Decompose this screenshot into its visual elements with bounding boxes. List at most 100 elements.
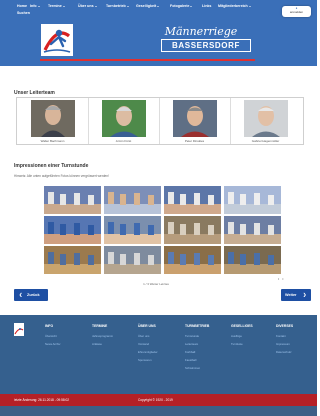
copyright-text: Copyright © 1920 - 2019 bbox=[138, 398, 173, 402]
nav-item-home[interactable]: Home bbox=[17, 4, 27, 9]
footer-link[interactable]: Vorstand bbox=[138, 343, 149, 346]
leiter-team-box: Walter Bachmann Armin Fürst Peter Dinski… bbox=[16, 97, 304, 145]
gallery-thumb-6[interactable] bbox=[104, 216, 161, 244]
site-header: Männerriege BASSERSDORF bbox=[0, 22, 317, 66]
login-label: anmelden bbox=[289, 10, 304, 14]
leiter-photo[interactable] bbox=[173, 100, 217, 137]
leiter-name: Walter Bachmann bbox=[40, 139, 65, 143]
top-nav-bar: Home Info Termine Über uns Turnbetrieb G… bbox=[0, 0, 317, 22]
chevron-left-icon: ❮ bbox=[19, 293, 23, 297]
footer-link[interactable]: Ausflüge bbox=[231, 335, 242, 338]
nav-item-info[interactable]: Info bbox=[30, 4, 40, 9]
nav-item-label: Mitgliederbereich bbox=[218, 4, 248, 8]
footer-logo[interactable] bbox=[14, 323, 24, 336]
leiter-photo[interactable] bbox=[102, 100, 146, 137]
footer-link[interactable]: Leiterteam bbox=[185, 343, 198, 346]
footer-link[interactable]: Sponsoren bbox=[138, 359, 152, 362]
nav-item-label: Fotogalerie bbox=[170, 4, 190, 8]
leiter-heading: Unser Leiterteam bbox=[14, 90, 55, 96]
last-update-text: letzte Änderung: 26.11.2018 - 09:58:02 bbox=[14, 398, 70, 402]
nav-item-label: Turnbetrieb bbox=[106, 4, 126, 8]
nav-item-label: Suchen bbox=[17, 11, 30, 15]
back-label: Zurück bbox=[27, 293, 40, 297]
gallery-thumb-4[interactable] bbox=[224, 186, 281, 214]
leiter-name: Gabriel Hagenmüller bbox=[251, 139, 280, 143]
footer-link[interactable]: News Archiv bbox=[45, 343, 60, 346]
footer-link[interactable]: Anlässe bbox=[92, 343, 102, 346]
club-logo[interactable] bbox=[41, 24, 73, 56]
nav-item-label: Über uns bbox=[78, 4, 94, 8]
chevron-down-icon bbox=[94, 5, 97, 7]
footer-link[interactable]: Impressum bbox=[276, 343, 290, 346]
leiter-name: Peter Dinskies bbox=[184, 139, 205, 143]
footer-heading: INFO bbox=[45, 324, 54, 328]
gallery-thumb-3[interactable] bbox=[164, 186, 221, 214]
nav-item-label: Home bbox=[17, 4, 27, 8]
login-button[interactable]: ● anmelden bbox=[282, 6, 311, 17]
leiter-card: Peter Dinskies bbox=[159, 98, 231, 144]
footer-heading: GESELLIGES bbox=[231, 324, 253, 328]
chevron-down-icon bbox=[37, 5, 40, 7]
nav-item-ueber-uns[interactable]: Über uns bbox=[78, 4, 97, 9]
nav-item-fotogalerie[interactable]: Fotogalerie bbox=[170, 4, 193, 9]
chevron-right-icon: ❯ bbox=[303, 293, 307, 297]
club-logo-icon bbox=[41, 24, 73, 56]
leiter-card: Armin Fürst bbox=[88, 98, 160, 144]
footer-bottom-bar bbox=[0, 406, 317, 416]
footer-link[interactable]: Ehrenmitglieder bbox=[138, 351, 158, 354]
gallery-thumb-5[interactable] bbox=[44, 216, 101, 244]
footer-link[interactable]: Kontakt bbox=[276, 335, 286, 338]
site-footer: INFO Übersicht News Archiv TERMINE Jahrespro… bbox=[0, 315, 317, 416]
gallery-thumb-10[interactable] bbox=[104, 246, 161, 274]
chevron-down-icon bbox=[190, 5, 193, 7]
footer-link[interactable]: Turnstunde bbox=[185, 335, 199, 338]
club-subtitle: BASSERSDORF bbox=[172, 41, 240, 50]
club-title: Männerriege bbox=[164, 25, 238, 38]
leiter-photo[interactable] bbox=[31, 100, 75, 137]
footer-link[interactable]: Übersicht bbox=[45, 335, 57, 338]
gallery-thumb-8[interactable] bbox=[224, 216, 281, 244]
footer-band: letzte Änderung: 26.11.2018 - 09:58:02 C… bbox=[0, 394, 317, 406]
gallery-hint: Hinweis: Alle unten aufgeführten Fotos k… bbox=[14, 174, 109, 178]
nav-item-label: Info bbox=[30, 4, 37, 8]
chevron-down-icon bbox=[126, 5, 129, 7]
leiter-name: Armin Fürst bbox=[115, 139, 132, 143]
footer-link[interactable]: Schwimmen bbox=[185, 367, 200, 370]
footer-heading: TURNBETRIEB bbox=[185, 324, 210, 328]
chevron-down-icon bbox=[248, 5, 251, 7]
gallery-thumb-9[interactable] bbox=[44, 246, 101, 274]
gallery-thumb-11[interactable] bbox=[164, 246, 221, 274]
header-red-stripe bbox=[40, 59, 255, 61]
footer-link[interactable]: Über uns bbox=[138, 335, 149, 338]
footer-link[interactable]: Faustball bbox=[185, 359, 196, 362]
gallery-thumb-7[interactable] bbox=[164, 216, 221, 244]
gallery-thumb-12[interactable] bbox=[224, 246, 281, 274]
nav-item-geselligkeit[interactable]: Geselligkeit bbox=[136, 4, 160, 9]
gallery-thumb-1[interactable] bbox=[44, 186, 101, 214]
chevron-down-icon bbox=[62, 5, 65, 7]
club-logo-icon bbox=[14, 326, 24, 336]
nav-item-label: Geselligkeit bbox=[136, 4, 157, 8]
footer-link[interactable]: Korbball bbox=[185, 351, 195, 354]
footer-link[interactable]: Datenschutz bbox=[276, 351, 292, 354]
nav-item-turnbetrieb[interactable]: Turnbetrieb bbox=[106, 4, 129, 9]
gallery-thumb-2[interactable] bbox=[104, 186, 161, 214]
chevron-down-icon bbox=[157, 5, 160, 7]
leiter-card: Gabriel Hagenmüller bbox=[230, 98, 301, 144]
nav-item-links[interactable]: Links bbox=[202, 4, 211, 9]
footer-link[interactable]: Jahresprogramm bbox=[92, 335, 113, 338]
nav-item-termine[interactable]: Termine bbox=[48, 4, 65, 9]
gallery-pagination[interactable]: 1 / 3 Weiter Letztes bbox=[116, 282, 196, 286]
nav-item-search[interactable]: Suchen bbox=[17, 11, 30, 16]
back-button[interactable]: ❮ Zurück bbox=[14, 289, 48, 301]
footer-link[interactable]: Turnfeste bbox=[231, 343, 243, 346]
leiter-photo[interactable] bbox=[244, 100, 288, 137]
gallery-dots: • • bbox=[278, 277, 285, 281]
next-button[interactable]: Weiter ❯ bbox=[281, 289, 311, 301]
nav-item-label: Links bbox=[202, 4, 212, 8]
nav-item-mitgliederbereich[interactable]: Mitgliederbereich bbox=[218, 4, 251, 9]
footer-heading: TERMINE bbox=[92, 324, 108, 328]
footer-heading: ÜBER UNS bbox=[138, 324, 156, 328]
gallery-heading: Impressionen einer Turnstunde bbox=[14, 163, 89, 169]
footer-heading: DIVERSES bbox=[276, 324, 294, 328]
